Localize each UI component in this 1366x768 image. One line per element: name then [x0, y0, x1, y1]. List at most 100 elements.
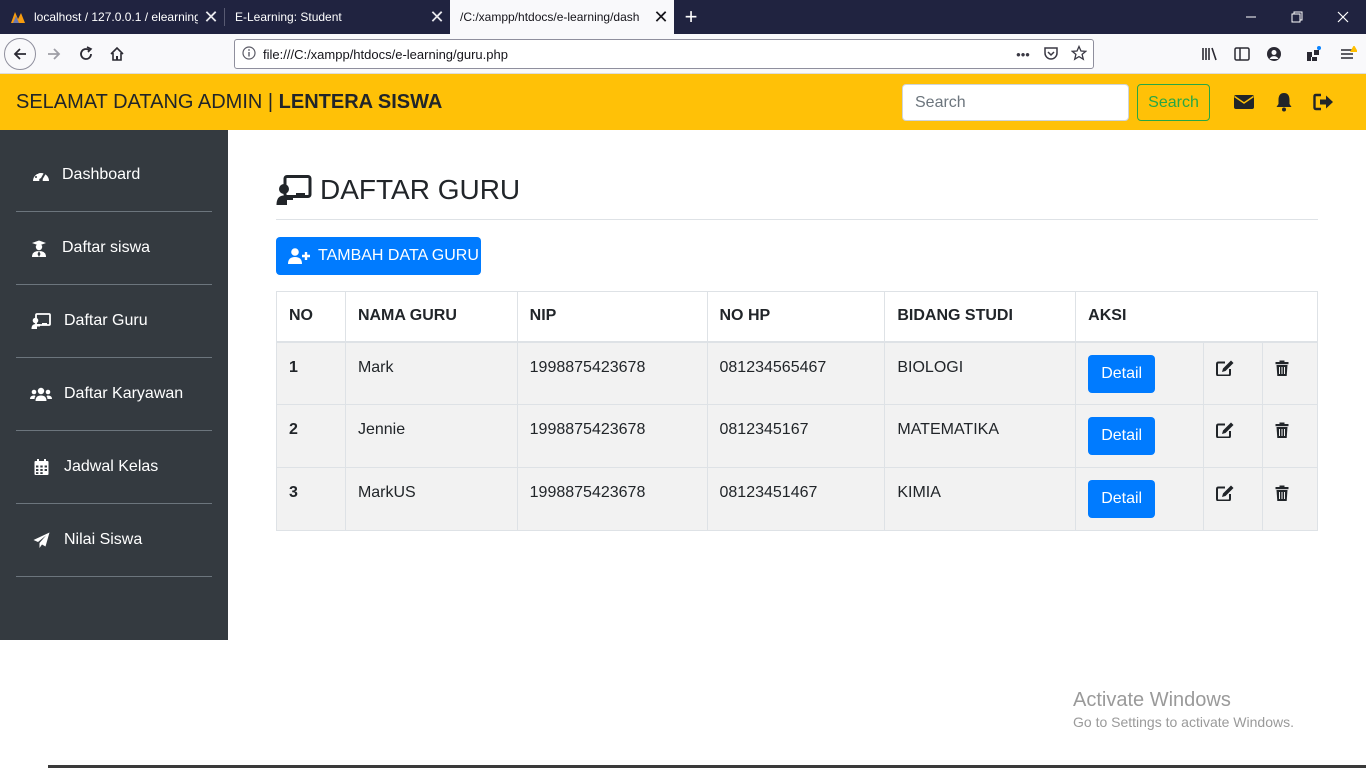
cell-delete: [1261, 404, 1319, 468]
tab-close-icon[interactable]: ✕: [648, 7, 674, 28]
tab-title: localhost / 127.0.0.1 / elearning: [34, 10, 198, 24]
detail-button[interactable]: Detail: [1088, 417, 1156, 455]
add-teacher-button[interactable]: TAMBAH DATA GURU: [276, 237, 481, 275]
window-minimize-button[interactable]: [1228, 0, 1274, 34]
address-bar[interactable]: file:///C:/xampp/htdocs/e-learning/guru.…: [234, 39, 1094, 69]
cell-hp: 08123451467: [706, 467, 886, 531]
cell-detail: Detail: [1075, 467, 1205, 531]
browser-tab-bar: localhost / 127.0.0.1 / elearning ✕ E-Le…: [0, 0, 1366, 34]
column-header-no: NO: [276, 291, 346, 343]
home-icon[interactable]: [101, 38, 133, 70]
welcome-text: SELAMAT DATANG ADMIN |: [16, 91, 279, 113]
trash-icon[interactable]: [1275, 484, 1295, 502]
cell-detail: Detail: [1075, 341, 1205, 405]
sign-out-icon[interactable]: [1312, 90, 1336, 114]
user-plus-icon: [288, 248, 310, 264]
watermark-title: Activate Windows: [1073, 689, 1231, 711]
new-tab-button[interactable]: +: [678, 3, 704, 31]
cell-delete: [1261, 341, 1319, 405]
brand-name: LENTERA SISWA: [278, 91, 443, 113]
edit-icon[interactable]: [1216, 421, 1236, 439]
window-restore-button[interactable]: [1274, 0, 1320, 34]
sidebar-item-label: Daftar siswa: [62, 239, 151, 256]
sidebar-item-label: Dashboard: [62, 166, 141, 183]
reload-icon[interactable]: [70, 38, 102, 70]
window-close-button[interactable]: [1320, 0, 1366, 34]
account-icon[interactable]: [1260, 40, 1288, 68]
back-button[interactable]: [4, 38, 36, 70]
sidebar-item-daftar-guru[interactable]: Daftar Guru: [16, 285, 212, 358]
page-actions-icon[interactable]: •••: [1009, 47, 1037, 62]
envelope-icon[interactable]: [1232, 90, 1256, 114]
column-header-no-hp: NO HP: [706, 291, 886, 343]
column-header-nama-guru: NAMA GURU: [344, 291, 518, 343]
search-button[interactable]: Search: [1137, 84, 1210, 121]
tab-close-icon[interactable]: ✕: [198, 7, 224, 28]
paper-plane-icon: [30, 531, 52, 549]
bell-icon[interactable]: [1272, 90, 1296, 114]
cell-bidang: BIOLOGI: [884, 341, 1077, 405]
detail-button[interactable]: Detail: [1088, 480, 1156, 518]
phpmyadmin-favicon-icon: [10, 10, 30, 24]
search-input[interactable]: [902, 84, 1129, 121]
table-row: 1 Mark 1998875423678 081234565467 BIOLOG…: [276, 341, 1319, 405]
cell-nip: 1998875423678: [516, 341, 708, 405]
detail-button[interactable]: Detail: [1088, 354, 1156, 393]
sidebar-item-daftar-siswa[interactable]: Daftar siswa: [16, 212, 212, 285]
tab-close-icon[interactable]: ✕: [424, 7, 450, 28]
chalkboard-teacher-icon: [276, 173, 312, 207]
app-header: SELAMAT DATANG ADMIN | LENTERA SISWA Sea…: [0, 74, 1366, 130]
app-brand: SELAMAT DATANG ADMIN | LENTERA SISWA: [16, 91, 442, 114]
table-row: 3 MarkUS 1998875423678 08123451467 KIMIA…: [276, 467, 1319, 531]
browser-tab-dashboard[interactable]: /C:/xampp/htdocs/e-learning/dash ✕: [450, 0, 674, 34]
watermark-subtitle: Go to Settings to activate Windows.: [1073, 714, 1294, 730]
sidebar-item-label: Daftar Karyawan: [64, 385, 184, 402]
sidebar-item-label: Nilai Siswa: [64, 531, 143, 548]
windows-activation-watermark: Activate Windows Go to Settings to activ…: [1073, 689, 1294, 730]
sidebar-item-daftar-karyawan[interactable]: Daftar Karyawan: [16, 358, 212, 431]
library-icon[interactable]: [1196, 40, 1224, 68]
trash-icon[interactable]: [1275, 421, 1295, 439]
teacher-table: NO NAMA GURU NIP NO HP BIDANG STUDI AKSI…: [276, 291, 1319, 531]
sidebar-item-nilai-siswa[interactable]: Nilai Siswa: [16, 504, 212, 577]
title-divider: [276, 219, 1318, 220]
cell-nip: 1998875423678: [516, 467, 708, 531]
pocket-icon[interactable]: [1037, 45, 1065, 64]
browser-tab-phpmyadmin[interactable]: localhost / 127.0.0.1 / elearning ✕: [0, 0, 224, 34]
cell-nama: Jennie: [344, 404, 518, 468]
calendar-icon: [30, 458, 52, 476]
cell-no: 3: [276, 467, 346, 531]
menu-icon[interactable]: [1334, 40, 1362, 68]
forward-button[interactable]: [38, 38, 70, 70]
page-title-text: DAFTAR GURU: [320, 174, 521, 205]
sidebar-item-dashboard[interactable]: Dashboard: [16, 139, 212, 212]
chalkboard-teacher-icon: [30, 312, 52, 330]
column-header-aksi: AKSI: [1075, 291, 1318, 343]
tab-title: /C:/xampp/htdocs/e-learning/dash: [460, 10, 640, 24]
cell-nama: Mark: [344, 341, 518, 405]
cell-edit: [1203, 467, 1263, 531]
cell-edit: [1203, 404, 1263, 468]
user-graduate-icon: [28, 239, 50, 257]
edit-icon[interactable]: [1216, 484, 1236, 502]
cell-no: 1: [276, 341, 346, 405]
sidebar-item-label: Jadwal Kelas: [64, 458, 159, 475]
cell-delete: [1261, 467, 1319, 531]
browser-tab-student[interactable]: E-Learning: Student ✕: [225, 0, 450, 34]
cell-bidang: MATEMATIKA: [884, 404, 1077, 468]
table-row: 2 Jennie 1998875423678 0812345167 MATEMA…: [276, 404, 1319, 468]
extensions-icon[interactable]: [1300, 40, 1328, 68]
cell-no: 2: [276, 404, 346, 468]
edit-icon[interactable]: [1216, 359, 1236, 377]
page-title: DAFTAR GURU: [276, 170, 520, 210]
sidebar-toggle-icon[interactable]: [1228, 40, 1256, 68]
cell-edit: [1203, 341, 1263, 405]
sidebar-item-jadwal-kelas[interactable]: Jadwal Kelas: [16, 431, 212, 504]
info-icon[interactable]: [235, 45, 263, 63]
cell-hp: 081234565467: [706, 341, 886, 405]
trash-icon[interactable]: [1275, 359, 1295, 377]
sidebar-item-label: Daftar Guru: [64, 312, 148, 329]
url-text: file:///C:/xampp/htdocs/e-learning/guru.…: [263, 46, 508, 62]
tab-title: E-Learning: Student: [235, 10, 342, 24]
bookmark-star-icon[interactable]: [1065, 44, 1093, 64]
